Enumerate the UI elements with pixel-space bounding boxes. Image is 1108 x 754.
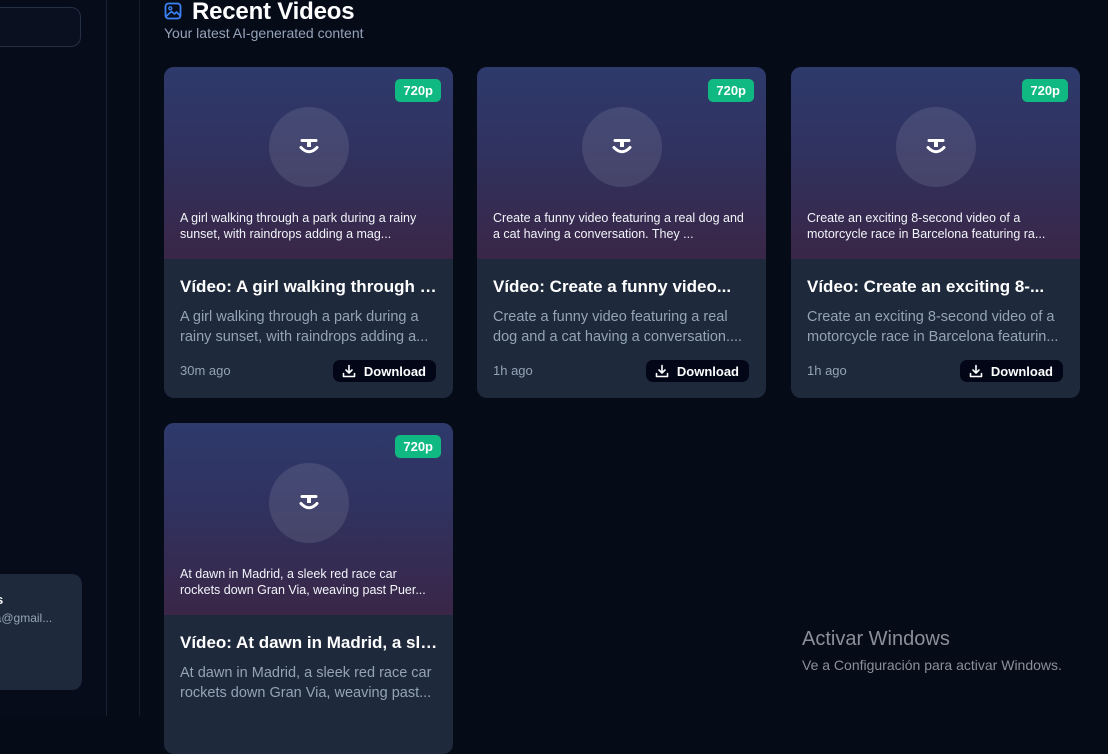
page-title: Recent Videos bbox=[192, 0, 355, 25]
user-profile-card[interactable]: os ria@gmail... bbox=[0, 574, 82, 690]
download-label: Download bbox=[363, 363, 426, 379]
video-card[interactable]: 720p At dawn in Madrid, a sleek red race… bbox=[164, 423, 453, 754]
video-logo-icon bbox=[299, 139, 319, 154]
resolution-badge: 720p bbox=[708, 79, 754, 102]
video-title: Vídeo: Create an exciting 8-... bbox=[807, 277, 1045, 296]
sidebar: os ria@gmail... bbox=[0, 0, 107, 716]
download-icon bbox=[655, 364, 669, 378]
resolution-badge: 720p bbox=[395, 435, 441, 458]
video-title: Vídeo: At dawn in Madrid, a slee... bbox=[180, 633, 438, 652]
watermark-title: Activar Windows bbox=[802, 628, 950, 650]
video-description: Create a funny video featuring a real do… bbox=[493, 309, 743, 345]
content-divider bbox=[139, 0, 140, 716]
download-label: Download bbox=[990, 363, 1053, 379]
video-placeholder-circle bbox=[269, 463, 349, 543]
download-label: Download bbox=[676, 363, 739, 379]
thumbnail-prompt: Create an exciting 8-second video of a m… bbox=[807, 211, 1046, 241]
video-thumbnail[interactable]: 720p Create an exciting 8-second video o… bbox=[791, 67, 1080, 259]
thumbnail-prompt: A girl walking through a park during a r… bbox=[180, 211, 417, 241]
resolution-badge: 720p bbox=[1022, 79, 1068, 102]
video-logo-icon bbox=[612, 139, 632, 154]
download-icon bbox=[342, 364, 356, 378]
resolution-badge: 720p bbox=[395, 79, 441, 102]
video-description: At dawn in Madrid, a sleek red race car … bbox=[180, 665, 432, 701]
video-placeholder-circle bbox=[896, 107, 976, 187]
sidebar-search-input[interactable] bbox=[0, 7, 81, 47]
video-timestamp: 1h ago bbox=[493, 363, 533, 378]
page-subtitle: Your latest AI-generated content bbox=[164, 25, 364, 41]
video-card[interactable]: 720p A girl walking through a park durin… bbox=[164, 67, 453, 398]
user-email: ria@gmail... bbox=[0, 611, 53, 625]
video-timestamp: 30m ago bbox=[180, 363, 231, 378]
download-button[interactable]: Download bbox=[645, 360, 749, 382]
user-name: os bbox=[0, 592, 3, 607]
video-title: Vídeo: A girl walking through a... bbox=[180, 277, 438, 296]
video-placeholder-circle bbox=[582, 107, 662, 187]
video-logo-icon bbox=[926, 139, 946, 154]
image-icon bbox=[164, 2, 182, 20]
thumbnail-prompt: Create a funny video featuring a real do… bbox=[493, 211, 744, 241]
video-card[interactable]: 720p Create a funny video featuring a re… bbox=[477, 67, 766, 398]
download-icon bbox=[969, 364, 983, 378]
download-button[interactable]: Download bbox=[959, 360, 1063, 382]
video-card[interactable]: 720p Create an exciting 8-second video o… bbox=[791, 67, 1080, 398]
video-thumbnail[interactable]: 720p A girl walking through a park durin… bbox=[164, 67, 453, 259]
video-description: A girl walking through a park during a r… bbox=[180, 309, 429, 345]
video-timestamp: 1h ago bbox=[807, 363, 847, 378]
video-title: Vídeo: Create a funny video... bbox=[493, 277, 732, 296]
video-placeholder-circle bbox=[269, 107, 349, 187]
download-button[interactable]: Download bbox=[332, 360, 436, 382]
windows-activation-watermark: Activar Windows Ve a Configuración para … bbox=[802, 628, 1062, 673]
video-thumbnail[interactable]: 720p At dawn in Madrid, a sleek red race… bbox=[164, 423, 453, 615]
video-description: Create an exciting 8-second video of a m… bbox=[807, 309, 1059, 345]
video-thumbnail[interactable]: 720p Create a funny video featuring a re… bbox=[477, 67, 766, 259]
thumbnail-prompt: At dawn in Madrid, a sleek red race car … bbox=[180, 567, 426, 597]
watermark-subtitle: Ve a Configuración para activar Windows. bbox=[802, 657, 1062, 673]
video-logo-icon bbox=[299, 495, 319, 510]
